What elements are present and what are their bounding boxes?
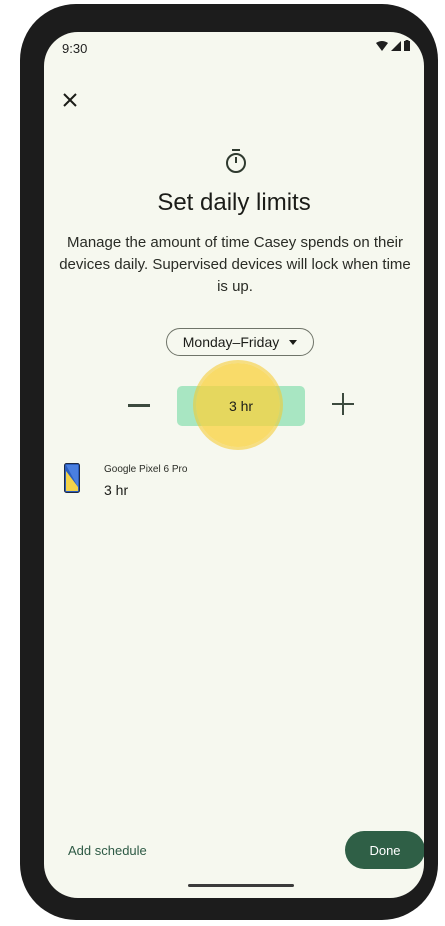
page-title: Set daily limits [157,189,311,216]
plus-icon[interactable] [332,393,354,415]
day-range-dropdown[interactable]: Monday–Friday [166,328,314,356]
minus-icon[interactable] [128,404,150,407]
battery-icon [404,40,410,51]
signal-icon [391,40,401,51]
app-screen: 9:30 Set daily limits Manage the amount … [44,32,424,898]
timer-icon [226,149,246,173]
gesture-nav-bar[interactable] [188,884,294,887]
dropdown-caret-icon [289,339,298,345]
add-schedule-button[interactable]: Add schedule [68,843,147,858]
day-range-label: Monday–Friday [182,334,280,350]
device-name: Google Pixel 6 Pro [104,464,188,475]
close-icon[interactable] [60,90,80,110]
done-button[interactable]: Done [345,831,424,869]
page-description: Manage the amount of time Casey spends o… [59,234,411,295]
device-limit: 3 hr [104,482,129,498]
status-time: 9:30 [62,41,88,56]
wifi-icon [376,40,388,51]
status-icons [376,40,410,51]
time-value[interactable]: 3 hr [177,386,305,426]
phone-device-icon [64,463,80,493]
